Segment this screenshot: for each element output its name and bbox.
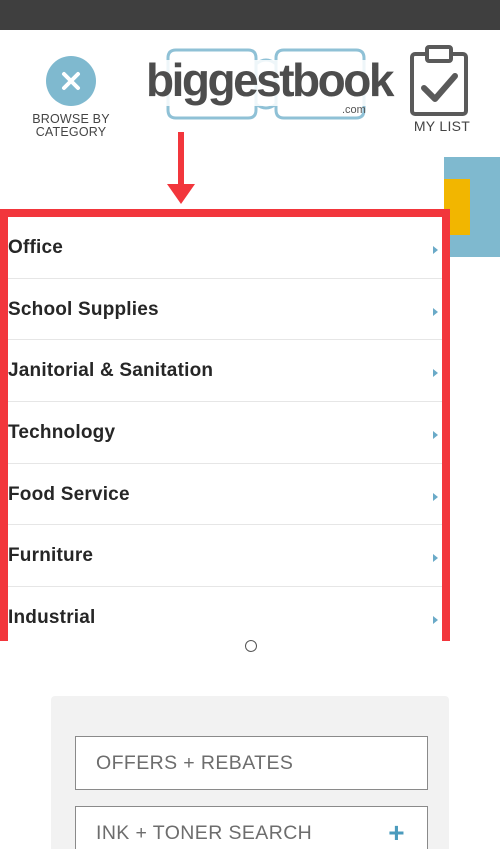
- status-bar: [0, 0, 500, 30]
- chevron-right-icon: [433, 492, 438, 501]
- header: BROWSE BY CATEGORY biggestbook ® .com MY…: [0, 30, 500, 150]
- ink-toner-search-button[interactable]: INK + TONER SEARCH +: [75, 806, 428, 849]
- browse-by-category-button[interactable]: BROWSE BY CATEGORY: [28, 56, 114, 146]
- menu-item-janitorial-sanitation[interactable]: Janitorial & Sanitation: [8, 340, 442, 403]
- menu-item-industrial[interactable]: Industrial: [8, 587, 442, 649]
- carousel-dot[interactable]: [245, 640, 257, 652]
- menu-item-label: Janitorial & Sanitation: [8, 360, 214, 382]
- offers-rebates-button[interactable]: OFFERS + REBATES: [75, 736, 428, 790]
- logo-text: biggestbook: [146, 54, 394, 106]
- chevron-right-icon: [433, 554, 438, 563]
- logo-registered-mark: ®: [372, 66, 378, 73]
- menu-item-furniture[interactable]: Furniture: [8, 525, 442, 588]
- my-list-button[interactable]: MY LIST: [405, 44, 475, 144]
- chevron-right-icon: [433, 431, 438, 440]
- offers-rebates-label: OFFERS + REBATES: [96, 752, 294, 774]
- menu-item-school-supplies[interactable]: School Supplies: [8, 278, 442, 341]
- chevron-right-icon: [433, 307, 438, 316]
- browse-label-line2: CATEGORY: [35, 125, 107, 139]
- background-banner: [444, 157, 500, 257]
- clipboard-check-icon: [410, 45, 468, 116]
- menu-item-label: Furniture: [8, 545, 94, 567]
- browse-by-category-label: BROWSE BY CATEGORY: [28, 113, 114, 139]
- my-list-label: MY LIST: [413, 118, 471, 134]
- menu-item-label: Office: [8, 237, 64, 258]
- chevron-right-icon: [433, 616, 438, 625]
- biggestbook-logo[interactable]: biggestbook ® .com: [146, 44, 394, 128]
- menu-item-label: School Supplies: [8, 298, 159, 320]
- menu-item-technology[interactable]: Technology: [8, 402, 442, 464]
- chevron-right-icon: [433, 369, 438, 378]
- menu-item-office[interactable]: Office: [8, 217, 442, 279]
- menu-item-label: Food Service: [8, 483, 130, 505]
- ink-toner-search-label: INK + TONER SEARCH: [96, 822, 313, 844]
- plus-icon[interactable]: +: [388, 819, 405, 847]
- menu-item-food-service[interactable]: Food Service: [8, 463, 442, 526]
- links-panel: OFFERS + REBATES INK + TONER SEARCH +: [51, 696, 449, 849]
- down-arrow-icon: [167, 132, 195, 204]
- menu-item-label: Industrial: [8, 607, 96, 629]
- menu-item-label: Technology: [8, 422, 116, 444]
- logo-suffix: .com: [342, 104, 366, 116]
- category-menu: Office School Supplies Janitorial & Sani…: [0, 209, 450, 649]
- chevron-right-icon: [433, 246, 438, 254]
- close-icon[interactable]: [46, 56, 96, 106]
